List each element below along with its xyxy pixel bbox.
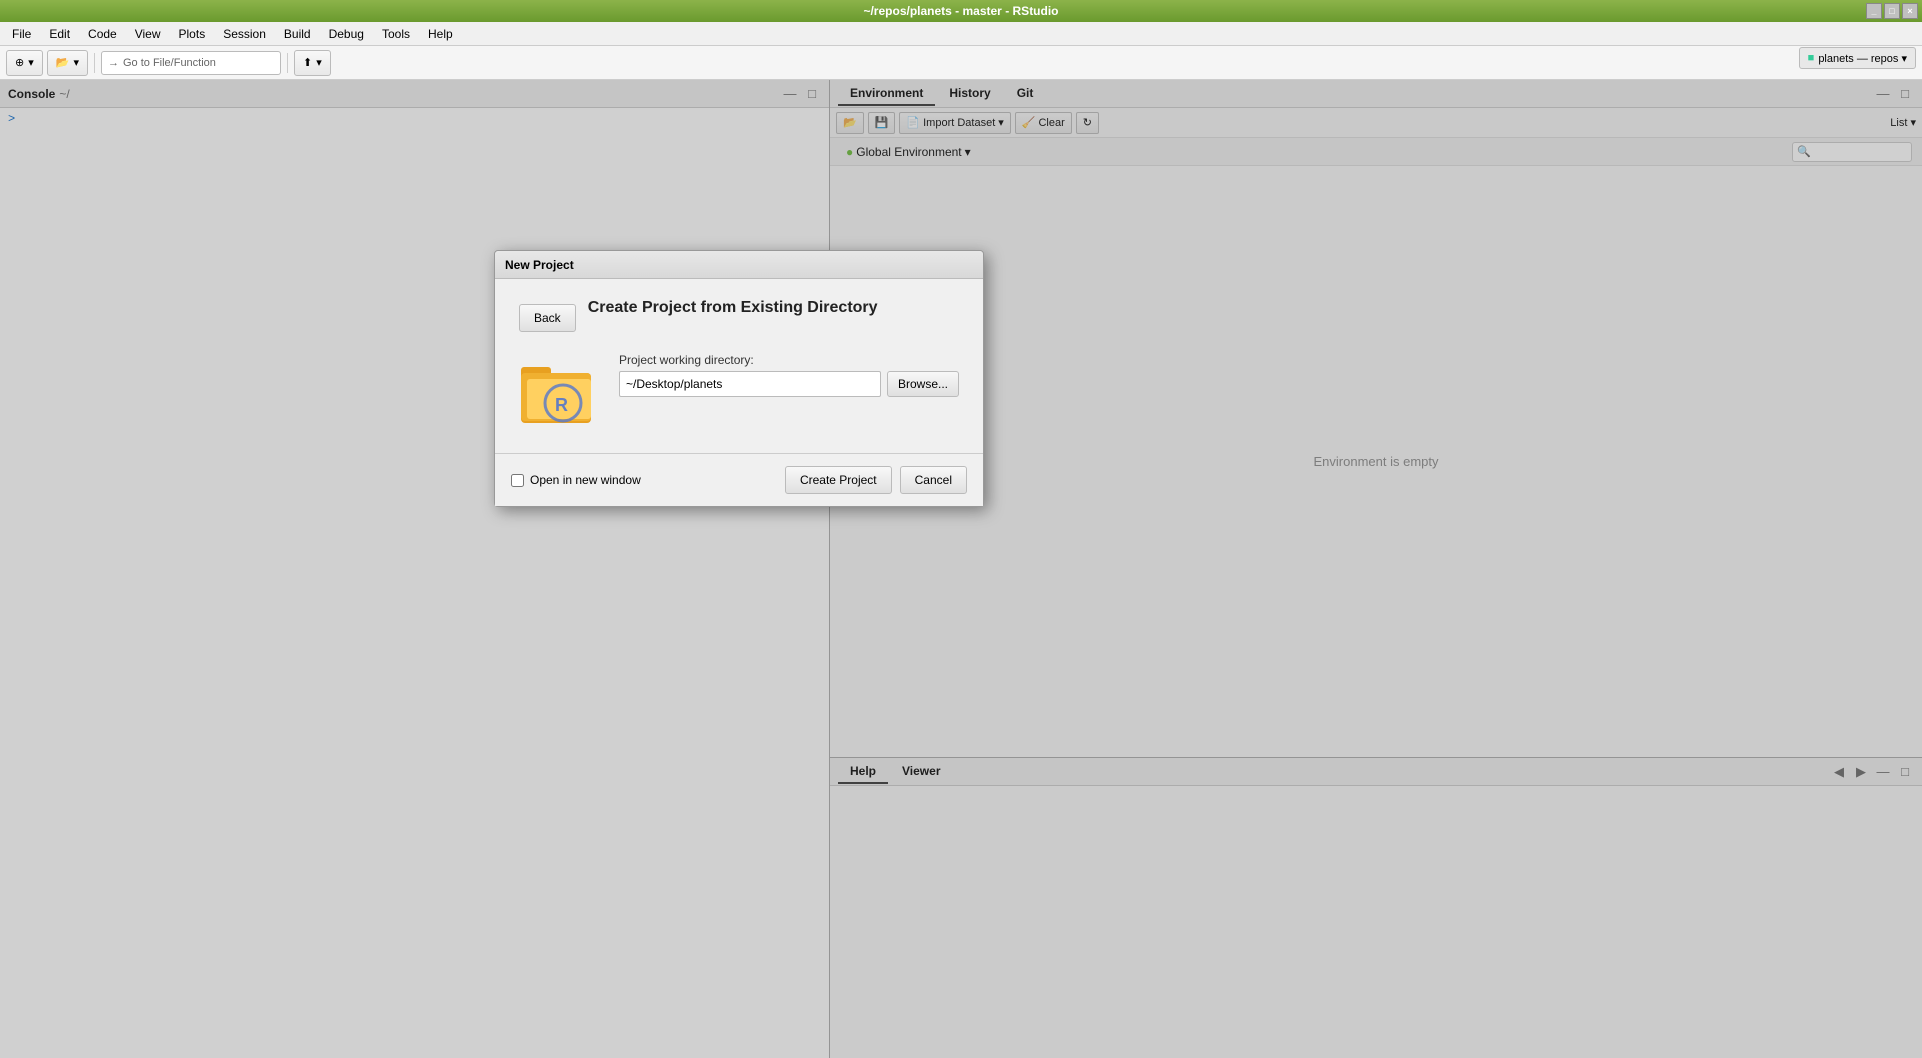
open-dropdown-icon: ▾: [73, 56, 79, 69]
close-btn[interactable]: ×: [1902, 3, 1918, 19]
dialog-titlebar: New Project: [495, 251, 983, 279]
form-row: Browse...: [619, 371, 959, 397]
open-new-window-label: Open in new window: [530, 473, 641, 487]
menu-tools[interactable]: Tools: [374, 25, 418, 43]
dialog-icon-area: R Project working directory: Browse...: [519, 353, 959, 433]
project-icon: ■: [1808, 52, 1815, 64]
project-label: planets — repos ▾: [1818, 52, 1907, 65]
window-controls[interactable]: _ □ ×: [1866, 3, 1918, 19]
dialog-body: Back Create Project from Existing Direct…: [495, 279, 983, 453]
title-bar: ~/repos/planets - master - RStudio _ □ ×: [0, 0, 1922, 22]
commit-icon: ⬆: [303, 56, 312, 69]
create-project-button[interactable]: Create Project: [785, 466, 892, 494]
menu-debug[interactable]: Debug: [321, 25, 372, 43]
cancel-button[interactable]: Cancel: [900, 466, 967, 494]
menu-build[interactable]: Build: [276, 25, 319, 43]
minimize-btn[interactable]: _: [1866, 3, 1882, 19]
new-file-button[interactable]: ⊕ ▾: [6, 50, 43, 76]
goto-icon: →: [108, 57, 119, 69]
footer-buttons: Create Project Cancel: [785, 466, 967, 494]
menu-plots[interactable]: Plots: [171, 25, 214, 43]
form-label: Project working directory:: [619, 353, 959, 367]
back-button[interactable]: Back: [519, 304, 576, 332]
menu-session[interactable]: Session: [215, 25, 274, 43]
project-indicator[interactable]: ■ planets — repos ▾: [1799, 47, 1916, 69]
directory-input[interactable]: [619, 371, 881, 397]
maximize-btn[interactable]: □: [1884, 3, 1900, 19]
new-file-icon: ⊕: [15, 56, 24, 69]
open-new-window-checkbox[interactable]: [511, 474, 524, 487]
menu-bar: File Edit Code View Plots Session Build …: [0, 22, 1922, 46]
menu-help[interactable]: Help: [420, 25, 461, 43]
commit-button[interactable]: ⬆ ▾: [294, 50, 331, 76]
svg-text:R: R: [555, 395, 568, 415]
open-file-button[interactable]: 📂 ▾: [47, 50, 88, 76]
main-toolbar: ⊕ ▾ 📂 ▾ → Go to File/Function ⬆ ▾ ■ plan…: [0, 46, 1922, 80]
new-project-dialog: New Project Back Create Project from Exi…: [494, 250, 984, 507]
folder-r-icon: R: [519, 353, 599, 433]
open-file-icon: 📂: [56, 56, 70, 69]
dialog-footer: Open in new window Create Project Cancel: [495, 453, 983, 506]
goto-file-label: Go to File/Function: [123, 57, 216, 69]
toolbar-separator-1: [94, 53, 95, 73]
menu-code[interactable]: Code: [80, 25, 125, 43]
new-file-dropdown-icon: ▾: [28, 56, 34, 69]
dialog-heading: Create Project from Existing Directory: [588, 299, 878, 317]
app-title: ~/repos/planets - master - RStudio: [863, 4, 1058, 18]
menu-view[interactable]: View: [127, 25, 169, 43]
menu-edit[interactable]: Edit: [41, 25, 78, 43]
dialog-form: Project working directory: Browse...: [619, 353, 959, 397]
modal-overlay: [0, 80, 1922, 1058]
open-new-window-row: Open in new window: [511, 473, 641, 487]
toolbar-separator-2: [287, 53, 288, 73]
commit-dropdown-icon: ▾: [316, 56, 322, 69]
browse-button[interactable]: Browse...: [887, 371, 959, 397]
dialog-title: New Project: [505, 258, 574, 272]
goto-file-button[interactable]: → Go to File/Function: [101, 51, 281, 75]
menu-file[interactable]: File: [4, 25, 39, 43]
